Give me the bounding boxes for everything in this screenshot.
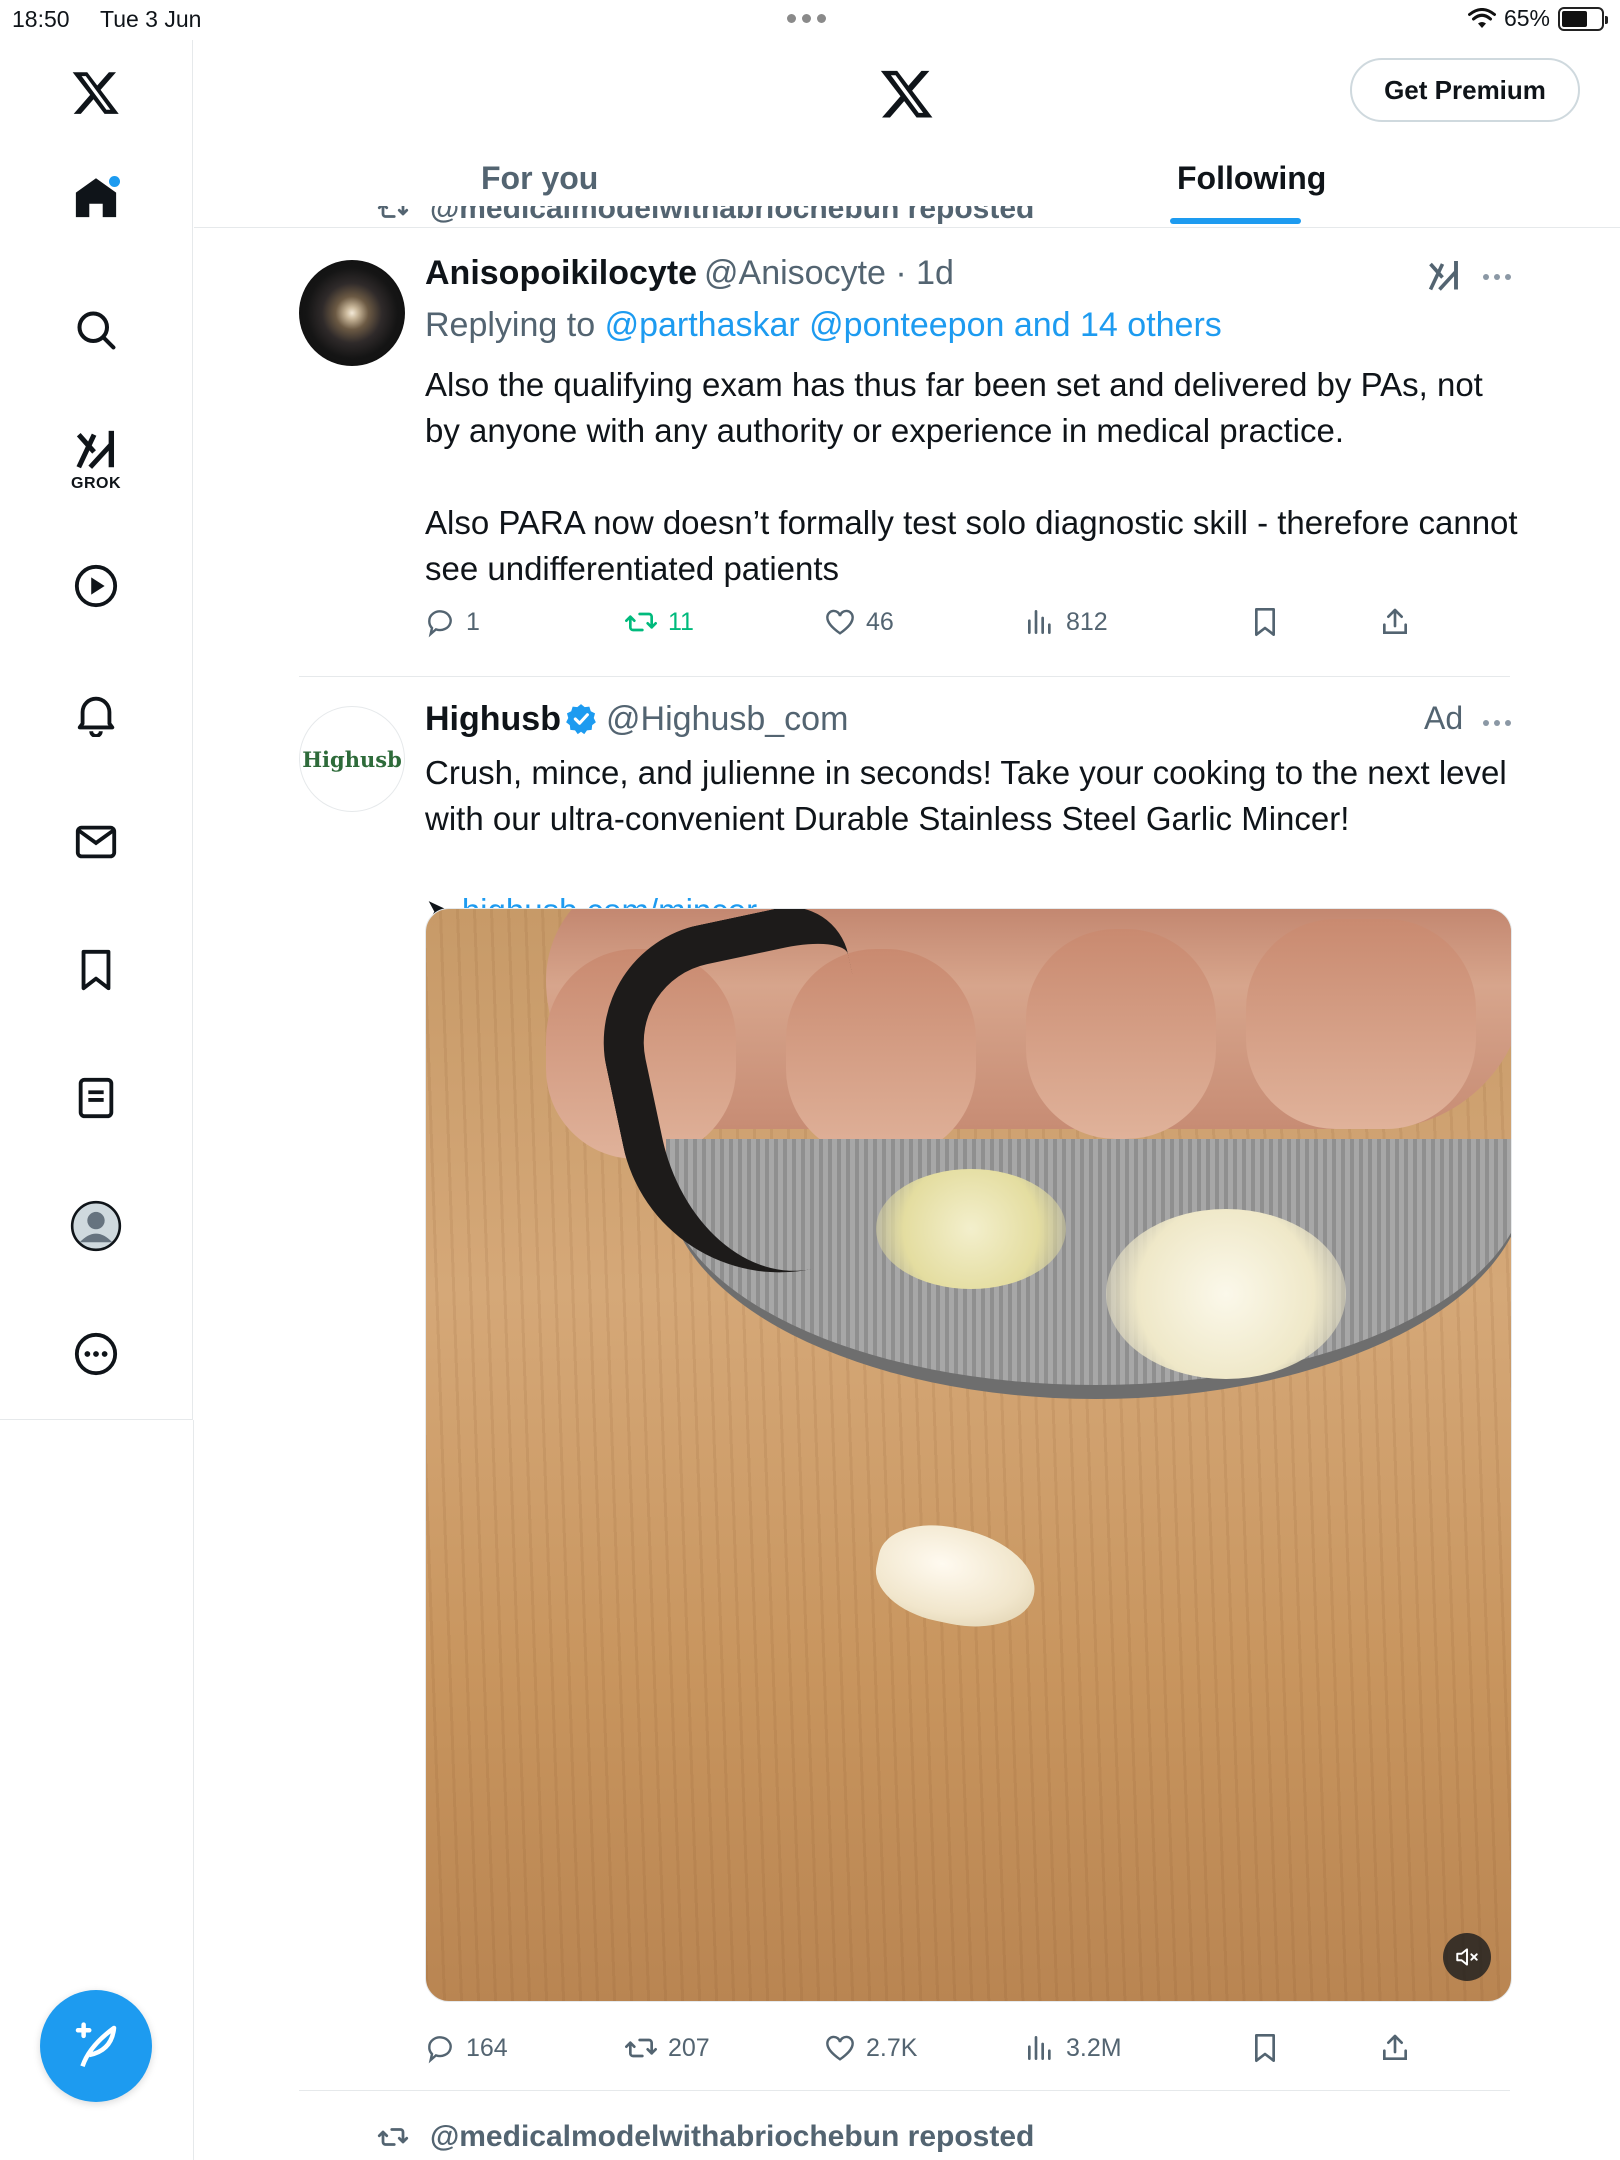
profile-icon <box>70 1200 122 1252</box>
repost-icon <box>377 206 409 218</box>
like-button[interactable]: 46 <box>824 606 894 638</box>
play-icon <box>74 564 118 608</box>
more-icon <box>74 1332 118 1376</box>
share-button[interactable] <box>1379 2032 1411 2064</box>
repost-button[interactable]: 11 <box>624 606 694 638</box>
repost-label: @medicalmodelwithabriochebun reposted <box>430 206 1035 225</box>
tweet-actions: 1 11 46 812 <box>424 606 1434 646</box>
repost-icon <box>625 2038 657 2058</box>
verified-badge-icon <box>566 704 596 735</box>
list-icon <box>78 1077 114 1119</box>
bookmark-icon <box>1255 608 1275 636</box>
garlic-clove-image <box>867 1513 1045 1640</box>
minced-garlic-image <box>1106 1209 1346 1379</box>
repost-icon <box>625 612 657 632</box>
tweet-divider <box>299 2090 1510 2091</box>
muted-speaker-icon <box>1456 1948 1478 1966</box>
tweet-author-name[interactable]: Highusb <box>425 700 561 739</box>
grok-icon <box>76 430 115 469</box>
sidebar-item-home[interactable] <box>64 166 128 230</box>
grok-label: GROK <box>71 475 121 492</box>
replying-to: Replying to @parthaskar @ponteepon and 1… <box>425 306 1222 344</box>
avatar[interactable]: Highusb <box>299 706 405 812</box>
sidebar-item-search[interactable] <box>64 298 128 362</box>
share-icon <box>1383 608 1407 634</box>
views-icon <box>1028 2036 1051 2060</box>
bookmark-button[interactable] <box>1249 2032 1281 2064</box>
status-date: Tue 3 Jun <box>100 6 202 32</box>
grok-icon[interactable] <box>1426 258 1462 294</box>
ad-label: Ad <box>1424 700 1464 736</box>
mute-button[interactable] <box>1443 1933 1491 1981</box>
sidebar-item-profile[interactable] <box>64 1194 128 1258</box>
replying-to-link[interactable]: @parthaskar @ponteepon and 14 others <box>605 306 1222 344</box>
x-logo-icon[interactable] <box>879 65 935 126</box>
status-bar: 18:50 Tue 3 Jun 65% <box>0 0 1620 40</box>
reply-icon <box>428 2036 452 2064</box>
like-button[interactable]: 2.7K <box>824 2032 917 2064</box>
status-right: 65% <box>1467 5 1608 32</box>
heart-icon <box>826 2035 854 2061</box>
reply-button[interactable]: 1 <box>424 606 480 638</box>
timeline-header: Get Premium For you Following <box>194 40 1620 228</box>
repost-button[interactable]: 207 <box>624 2032 710 2064</box>
tweet-author-handle[interactable]: @Anisocyte · 1d <box>704 254 954 293</box>
heart-icon <box>826 609 854 635</box>
search-icon <box>77 311 116 350</box>
more-options-icon[interactable] <box>1483 274 1511 280</box>
avatar[interactable] <box>299 260 405 366</box>
sidebar-item-notifications[interactable] <box>64 682 128 746</box>
tab-following[interactable]: Following <box>1177 160 1326 197</box>
battery-percent: 65% <box>1503 5 1550 31</box>
reply-button[interactable]: 164 <box>424 2032 508 2064</box>
views-button[interactable]: 812 <box>1024 606 1108 638</box>
bookmark-button[interactable] <box>1249 606 1281 638</box>
compose-feather-icon <box>75 2022 117 2068</box>
battery-icon <box>1558 6 1608 31</box>
tweet-actions: 164 207 2.7K 3.2M <box>424 2032 1434 2072</box>
compose-button[interactable] <box>40 1990 152 2102</box>
multitasking-dots-icon[interactable] <box>787 14 826 23</box>
finger-image <box>1026 929 1216 1139</box>
active-tab-indicator <box>1170 218 1301 224</box>
repost-header[interactable]: @medicalmodelwithabriochebun reposted <box>376 2120 1034 2154</box>
ad-video[interactable] <box>425 908 1512 2002</box>
share-icon <box>1383 2034 1407 2060</box>
tweet-time: 1d <box>916 254 954 292</box>
bell-icon <box>77 696 115 737</box>
views-button[interactable]: 3.2M <box>1024 2032 1122 2064</box>
wifi-icon <box>1467 7 1496 28</box>
minced-garlic-image <box>876 1169 1066 1289</box>
repost-header[interactable]: @medicalmodelwithabriochebun reposted <box>376 206 1034 228</box>
mail-icon <box>75 825 117 859</box>
bookmark-icon <box>81 949 111 991</box>
sidebar-item-grok[interactable]: GROK <box>64 420 128 500</box>
views-icon <box>1028 610 1051 634</box>
repost-label: @medicalmodelwithabriochebun reposted <box>430 2120 1035 2153</box>
notification-dot <box>109 176 120 187</box>
sidebar-item-bookmarks[interactable] <box>64 938 128 1002</box>
repost-icon <box>377 2128 409 2146</box>
timeline-feed: Anisopoikilocyte @Anisocyte · 1d Replyin… <box>194 228 1620 2160</box>
more-options-icon[interactable] <box>1483 720 1511 726</box>
sidebar-nav: GROK <box>0 40 193 1420</box>
tweet-author-name[interactable]: Anisopoikilocyte <box>425 254 697 293</box>
repost-header-cut: @medicalmodelwithabriochebun reposted <box>376 206 1034 226</box>
sidebar-item-more[interactable] <box>64 1322 128 1386</box>
share-button[interactable] <box>1379 606 1411 638</box>
tweet-text: Crush, mince, and julienne in seconds! T… <box>425 754 1507 837</box>
get-premium-button[interactable]: Get Premium <box>1350 58 1580 122</box>
tweet-author-handle[interactable]: @Highusb_com <box>606 700 848 739</box>
finger-image <box>1246 919 1476 1129</box>
status-time: 18:50 <box>12 6 70 32</box>
tweet-divider <box>299 676 1510 677</box>
sidebar-item-video[interactable] <box>64 554 128 618</box>
tab-for-you[interactable]: For you <box>481 160 598 197</box>
tweet-text: Also the qualifying exam has thus far be… <box>425 366 1518 587</box>
sidebar-item-lists[interactable] <box>64 1066 128 1130</box>
sidebar-item-messages[interactable] <box>64 810 128 874</box>
bookmark-icon <box>1255 2034 1275 2062</box>
reply-icon <box>428 610 452 638</box>
x-logo-icon[interactable] <box>64 60 128 124</box>
